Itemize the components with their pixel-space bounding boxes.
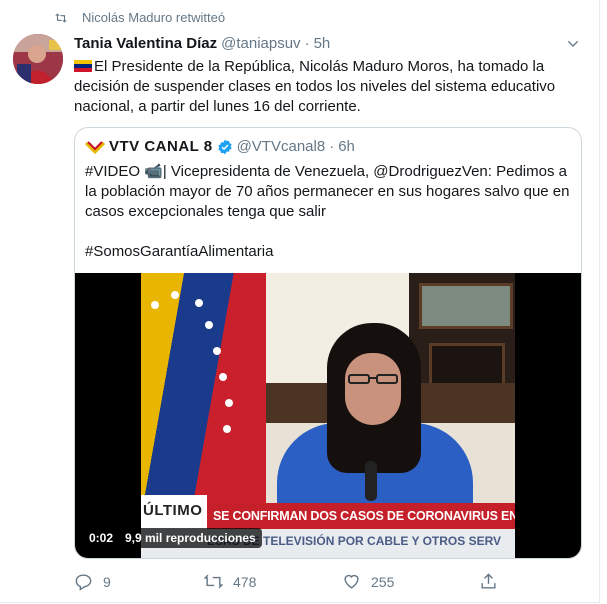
video-duration: 0:02 bbox=[83, 528, 120, 548]
retweet-icon bbox=[204, 574, 223, 589]
tweet-actions: 9 478 255 bbox=[74, 572, 574, 594]
tweet-text: El Presidente de la República, Nicolás M… bbox=[74, 57, 574, 117]
tweet-header: Tania Valentina Díaz @taniapsuv · 5h bbox=[74, 35, 330, 52]
quoted-tweet[interactable]: VTV CANAL 8 @VTVcanal8 · 6h #VIDEO 📹| Vi… bbox=[74, 127, 582, 559]
quoted-tweet-header: VTV CANAL 8 @VTVcanal8 · 6h bbox=[85, 138, 355, 155]
author-name[interactable]: Tania Valentina Díaz bbox=[74, 35, 217, 52]
retweet-icon bbox=[55, 12, 67, 23]
tweet-text-content: El Presidente de la República, Nicolás M… bbox=[74, 58, 556, 115]
speaker-face bbox=[345, 353, 401, 425]
reply-button[interactable]: 9 bbox=[74, 572, 111, 591]
reply-count: 9 bbox=[103, 573, 111, 590]
quoted-author-handle[interactable]: @VTVcanal8 bbox=[237, 138, 326, 155]
tweet-time[interactable]: 5h bbox=[314, 35, 331, 52]
retweet-label[interactable]: Nicolás Maduro retwitteó bbox=[82, 10, 225, 25]
tweet-card[interactable]: Nicolás Maduro retwitteó Tania Valentina… bbox=[0, 0, 600, 603]
verified-badge-icon bbox=[217, 139, 232, 154]
quoted-tweet-body: #VIDEO 📹| Vicepresidenta de Venezuela, @… bbox=[85, 163, 570, 220]
share-icon bbox=[481, 573, 496, 589]
lower-third-headline: SE CONFIRMAN DOS CASOS DE CORONAVIRUS EN… bbox=[207, 503, 515, 529]
avatar[interactable] bbox=[13, 34, 63, 84]
lower-third-label: ÚLTIMO bbox=[141, 495, 207, 527]
quoted-tweet-time[interactable]: 6h bbox=[338, 138, 355, 155]
hashtag-link[interactable]: #SomosGarantíaAlimentaria bbox=[85, 242, 575, 262]
retweet-button[interactable]: 478 bbox=[204, 572, 256, 591]
separator-dot: · bbox=[329, 138, 335, 155]
venezuela-flag-image bbox=[141, 273, 266, 503]
speaker-glasses bbox=[348, 374, 398, 384]
retweet-context: Nicolás Maduro retwitteó bbox=[54, 10, 225, 25]
video-view-count: 9,9 mil reproducciones bbox=[119, 528, 262, 548]
heart-icon bbox=[344, 574, 359, 589]
quoted-author-name[interactable]: VTV CANAL 8 bbox=[109, 138, 213, 155]
retweet-count: 478 bbox=[233, 573, 257, 590]
separator-dot: · bbox=[304, 35, 310, 52]
video-frame: ESAS DE TELEVISIÓN POR CABLE Y OTROS SER… bbox=[141, 273, 515, 558]
share-button[interactable] bbox=[479, 572, 498, 591]
video-painting bbox=[419, 283, 513, 329]
author-handle[interactable]: @taniapsuv bbox=[221, 35, 300, 52]
microphone bbox=[365, 461, 377, 501]
vtv-logo-icon bbox=[85, 140, 105, 154]
like-count: 255 bbox=[371, 573, 395, 590]
chevron-down-icon[interactable] bbox=[565, 36, 581, 52]
reply-icon bbox=[75, 574, 92, 591]
video-player[interactable]: ESAS DE TELEVISIÓN POR CABLE Y OTROS SER… bbox=[75, 273, 581, 558]
like-button[interactable]: 255 bbox=[342, 572, 394, 591]
quoted-tweet-text: #VIDEO 📹| Vicepresidenta de Venezuela, @… bbox=[85, 162, 575, 262]
avatar-image bbox=[13, 34, 63, 84]
venezuela-flag-icon bbox=[74, 60, 92, 72]
